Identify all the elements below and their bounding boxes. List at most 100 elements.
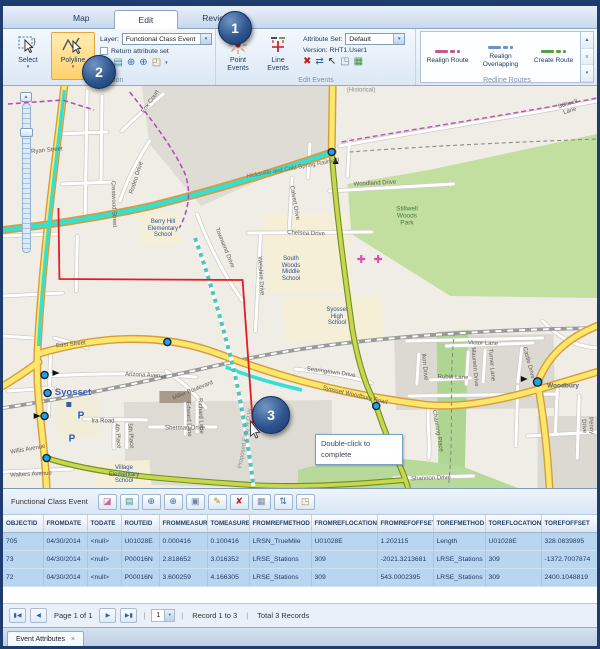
next-page-button[interactable]: ▶ [99, 608, 116, 623]
return-attribute-set-checkbox[interactable] [100, 47, 108, 55]
pager-separator: | [143, 611, 145, 620]
column-header[interactable]: FROMMEASURE [159, 515, 207, 532]
zoom-to-selection-icon[interactable]: ⊕ [142, 494, 161, 510]
table-cell: 04/30/2014 [43, 550, 87, 568]
create-route-button[interactable]: Create Route [527, 32, 580, 82]
table-cell: 705 [3, 532, 43, 550]
table-empty-area [3, 587, 597, 603]
return-attribute-set-label: Return attribute set [111, 48, 169, 55]
table-row[interactable]: 70504/30/2014<null>U01028E0.0004160.1004… [3, 532, 597, 550]
zoom-slider-thumb[interactable] [20, 128, 33, 137]
attribute-table-header-row: OBJECTIDFROMDATETODATEROUTEIDFROMMEASURE… [3, 515, 597, 532]
ribbon-tab-strip: Map Edit Review [3, 6, 597, 29]
table-cell: U01028E [121, 532, 159, 550]
pan-to-selection-icon[interactable]: ⊕ [164, 494, 183, 510]
column-header[interactable]: TOREFMETHOD [433, 515, 485, 532]
selection-list-icon[interactable]: ▤ [120, 494, 139, 510]
attribute-table-body: 70504/30/2014<null>U01028E0.0004160.1004… [3, 532, 597, 586]
last-page-button[interactable]: ▶▮ [120, 608, 137, 623]
zoom-to-selection-icon[interactable]: ⊕ [127, 57, 135, 69]
version-label: Version: RHT1.User1 [303, 47, 367, 54]
column-header[interactable]: FROMREFOFFSET [377, 515, 433, 532]
select-button[interactable]: } Select ▾ [9, 32, 47, 80]
table-cell: LRSE_Stations [249, 568, 311, 586]
redline-routes-group-caption: Redline Routes [417, 77, 597, 84]
table-header-bar: Functional Class Event ◪ ▤ ⊕ ⊕ ▣ ✎ ✘ ▦ ⇅… [3, 489, 597, 515]
prev-page-button[interactable]: ◀ [30, 608, 47, 623]
table-cell: 0.000416 [159, 532, 207, 550]
close-icon[interactable]: × [71, 636, 75, 643]
table-cell: P00016N [121, 568, 159, 586]
page-indicator: Page 1 of 1 [54, 611, 92, 620]
table-cell: LRSE_Stations [433, 550, 485, 568]
gallery-menu-icon[interactable]: ≡ [581, 49, 593, 66]
select-by-attribute-icon[interactable]: ◰ [152, 57, 161, 69]
page-number-select[interactable]: 1 ▾ [151, 609, 175, 622]
clear-selection-icon[interactable]: ◪ [98, 494, 117, 510]
column-header[interactable]: TOREFOFFSET [541, 515, 597, 532]
map-canvas[interactable]: ✚✚ Fox CourtRodeo DriveRyan StreetCrestw… [3, 86, 597, 488]
gallery-scroll-up-icon[interactable]: ▲ [581, 32, 593, 49]
split-event-icon[interactable]: ✖ [303, 56, 311, 68]
table-cell: <null> [87, 532, 121, 550]
event-window-icon[interactable]: ◳ [340, 56, 349, 68]
tab-event-attributes[interactable]: Event Attributes × [7, 631, 84, 648]
pager-separator: | [246, 611, 248, 620]
table-cell: 04/30/2014 [43, 532, 87, 550]
attribute-set-label: Attribute Set: [303, 36, 342, 43]
pager-separator: | [181, 611, 183, 620]
column-header[interactable]: TOREFLOCATION [485, 515, 541, 532]
event-attributes-panel: Functional Class Event ◪ ▤ ⊕ ⊕ ▣ ✎ ✘ ▦ ⇅… [3, 488, 597, 648]
realign-route-button[interactable]: Realign Route [421, 32, 474, 82]
app-window: Map Edit Review } Select ▾ [0, 0, 600, 649]
tooltip: Double-click to complete [315, 434, 403, 465]
sort-icon[interactable]: ⇅ [274, 494, 293, 510]
realign-overlapping-button[interactable]: Realign Overlapping [474, 32, 527, 82]
map-zoom-slider[interactable]: ▲ [19, 92, 33, 253]
table-row[interactable]: 7204/30/2014<null>P00016N3.6002594.16630… [3, 568, 597, 586]
table-cell: U01028E [311, 532, 377, 550]
zoom-in-icon[interactable]: ▲ [20, 92, 32, 102]
layer-dropdown[interactable]: Functional Class Event ▾ [122, 33, 212, 45]
select-event-icon[interactable]: ↖ [328, 56, 336, 68]
line-events-button[interactable]: Line Events [259, 32, 297, 80]
table-cell: 309 [311, 550, 377, 568]
event-table-icon[interactable]: ▦ [354, 56, 363, 68]
merge-event-icon[interactable]: ⇄ [315, 56, 323, 68]
chevron-down-icon: ▾ [164, 610, 174, 621]
save-icon[interactable]: ▣ [186, 494, 205, 510]
column-header[interactable]: FROMREFLOCATION [311, 515, 377, 532]
realign-route-icon [435, 49, 460, 54]
pan-to-selection-icon[interactable]: ⊕ [139, 57, 147, 69]
tab-map[interactable]: Map [49, 9, 114, 28]
attribute-set-dropdown[interactable]: Default ▾ [345, 33, 405, 45]
edit-icon[interactable]: ✎ [208, 494, 227, 510]
realign-route-label: Realign Route [427, 57, 469, 65]
ribbon-group-redline-routes: Realign Route Realign Overlapping Create… [417, 29, 597, 85]
table-row[interactable]: 7304/30/2014<null>P00016N2.8186523.01635… [3, 550, 597, 568]
table-cell: 04/30/2014 [43, 568, 87, 586]
chevron-down-icon[interactable]: ▾ [165, 57, 168, 69]
column-header[interactable]: FROMREFMETHOD [249, 515, 311, 532]
select-icon: } [17, 33, 39, 57]
column-header[interactable]: TOMEASURE [207, 515, 249, 532]
table-icon[interactable]: ▦ [252, 494, 271, 510]
first-page-button[interactable]: ▮◀ [9, 608, 26, 623]
tab-event-attributes-label: Event Attributes [16, 636, 65, 643]
polyline-icon [61, 33, 85, 57]
chevron-down-icon: ▾ [200, 34, 211, 44]
properties-icon[interactable]: ◳ [296, 494, 315, 510]
layer-label: Layer: [100, 36, 119, 43]
column-header[interactable]: ROUTEID [121, 515, 159, 532]
delete-icon[interactable]: ✘ [230, 494, 249, 510]
table-cell: <null> [87, 550, 121, 568]
table-cell: 328.0839895 [541, 532, 597, 550]
column-header[interactable]: TODATE [87, 515, 121, 532]
column-header[interactable]: FROMDATE [43, 515, 87, 532]
column-header[interactable]: OBJECTID [3, 515, 43, 532]
table-cell: 4.166305 [207, 568, 249, 586]
tab-edit[interactable]: Edit [114, 10, 179, 29]
svg-text:✚: ✚ [357, 253, 366, 266]
zoom-slider-track[interactable] [22, 103, 31, 253]
layer-dropdown-value: Functional Class Event [123, 36, 200, 43]
